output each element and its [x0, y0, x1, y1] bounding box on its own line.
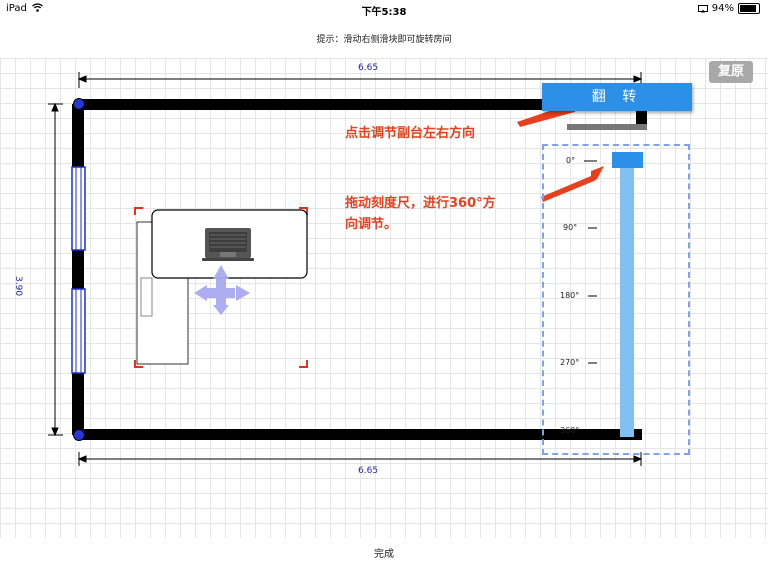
- tick-label-90: 90°: [563, 223, 578, 232]
- annotation-drag-line1: 拖动刻度尺，进行360°方: [345, 196, 496, 211]
- corner-handle-bottom: [73, 429, 85, 441]
- laptop-icon: [202, 228, 254, 261]
- tick-label-0: 0°: [566, 156, 576, 165]
- annotation-flip: 点击调节副台左右方向: [345, 126, 476, 141]
- corner-handle-top: [73, 98, 85, 110]
- tick-label-360: 360°: [560, 426, 580, 435]
- tick-label-270: 270°: [560, 358, 580, 367]
- tick-label-180: 180°: [560, 291, 580, 300]
- window-lower: [71, 288, 86, 374]
- dimension-left-label: 3.90: [13, 276, 23, 297]
- annotation-drag-line2: 向调节。: [345, 217, 398, 232]
- dimension-bottom-label: 6.65: [358, 466, 379, 476]
- side-bar: [567, 124, 647, 130]
- done-button[interactable]: 完成: [0, 545, 768, 560]
- window-upper: [71, 166, 86, 251]
- dimension-left: [48, 102, 63, 437]
- reset-button[interactable]: 复原: [709, 61, 753, 83]
- rotation-slider-track[interactable]: [620, 152, 634, 437]
- flip-button[interactable]: 翻 转: [542, 83, 692, 111]
- dimension-top-label: 6.65: [358, 63, 379, 73]
- wall-left: [72, 104, 84, 435]
- rotation-slider-handle[interactable]: [612, 152, 643, 168]
